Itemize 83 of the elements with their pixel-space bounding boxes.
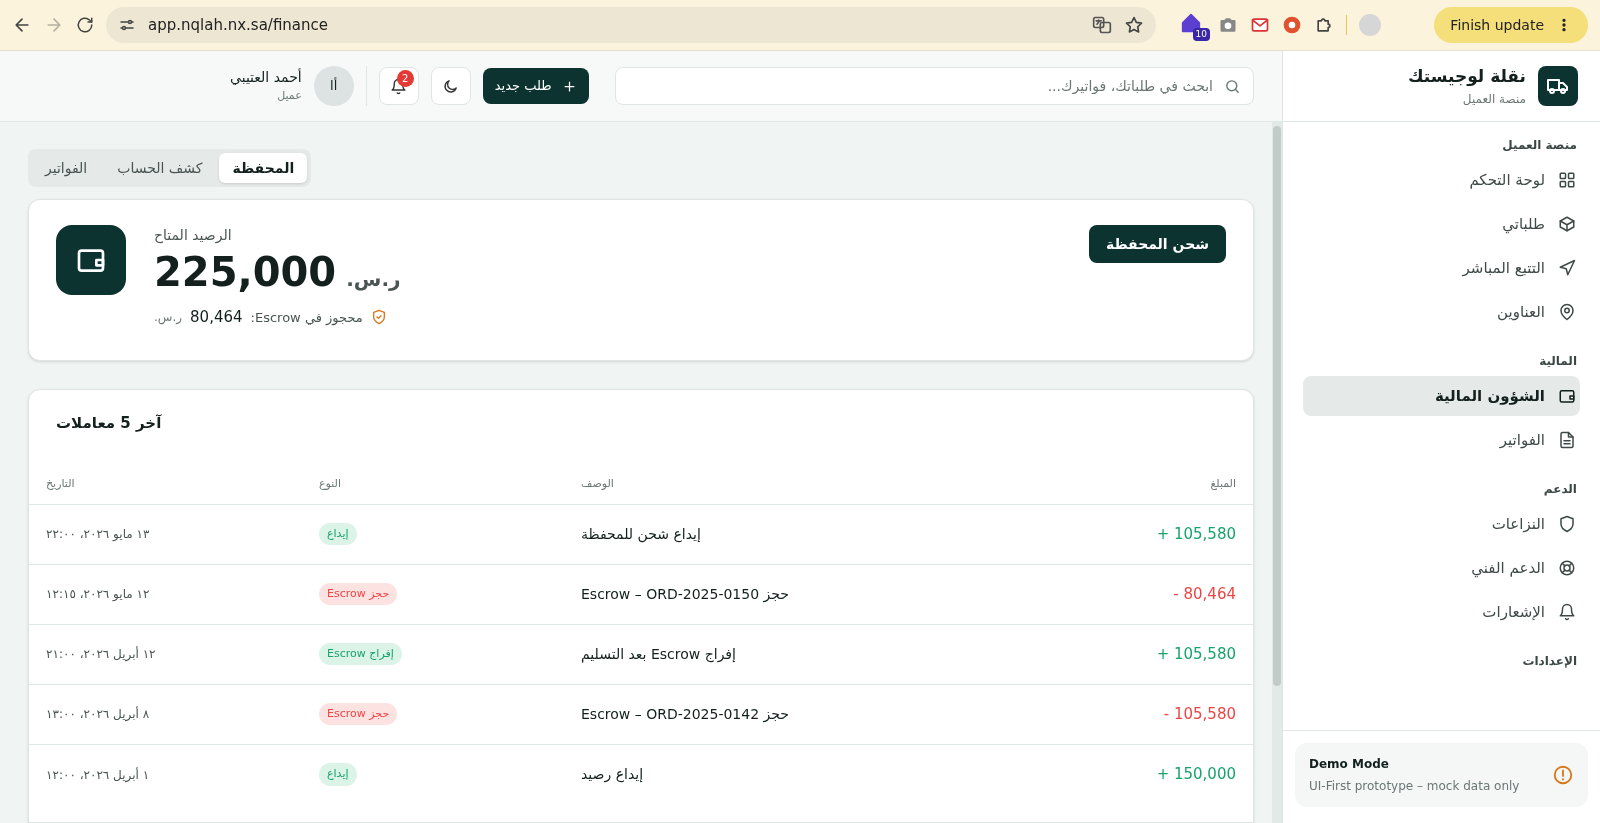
section-heading: منصة العميل bbox=[1501, 137, 1578, 154]
description-cell-text: حجز Escrow – ORD-2025-0150 bbox=[581, 584, 789, 605]
top-up-button[interactable]: شحن المحفظة bbox=[1088, 225, 1226, 263]
warning-icon bbox=[1552, 764, 1574, 786]
amount-cell-text: + 105,580 bbox=[1156, 643, 1236, 665]
package-icon bbox=[1558, 215, 1576, 233]
user-avatar[interactable]: أا bbox=[313, 66, 354, 106]
tab[interactable]: كشف الحساب bbox=[104, 153, 216, 183]
balance-label: الرصيد المتاح bbox=[154, 226, 232, 246]
sidebar-item[interactable]: طلباتي bbox=[1303, 204, 1580, 244]
section-heading: الدعم bbox=[1542, 481, 1578, 498]
reload-icon[interactable] bbox=[76, 16, 94, 34]
demo-text: UI-First prototype – mock data only bbox=[1309, 778, 1520, 795]
brand-title: نقلة لوجيستك bbox=[1407, 65, 1526, 89]
sidebar-item[interactable]: لوحة التحكم bbox=[1303, 160, 1580, 200]
date-cell-text: ١ أبريل ٢٠٢٦، ١٢:٠٠ bbox=[46, 766, 150, 784]
url-text: app.nqlah.nx.sa/finance bbox=[148, 14, 329, 36]
type-tag: إفراج Escrow bbox=[319, 642, 402, 666]
document-icon bbox=[1558, 431, 1576, 449]
section-heading: المالية bbox=[1538, 353, 1578, 370]
plus-icon bbox=[561, 78, 577, 94]
lifebuoy-icon bbox=[1558, 559, 1576, 577]
section-heading: الإعدادات bbox=[1521, 653, 1578, 670]
amount-cell-text: - 80,464 bbox=[1173, 583, 1236, 605]
shield-check-icon bbox=[370, 309, 387, 326]
star-icon[interactable] bbox=[1124, 15, 1144, 35]
translate-icon[interactable] bbox=[1092, 15, 1112, 35]
column-header: المبلغ bbox=[1210, 475, 1236, 492]
tab[interactable]: الفواتير bbox=[32, 153, 101, 183]
date-cell-text: ١٢ مايو ٢٠٢٦، ١٢:١٥ bbox=[46, 586, 150, 603]
search-icon bbox=[1224, 78, 1241, 95]
column-header: النوع bbox=[319, 475, 341, 492]
search-field[interactable]: ابحث في طلباتك، فواتيرك... bbox=[614, 67, 1254, 105]
sidebar-item[interactable]: العناوين bbox=[1303, 292, 1580, 332]
user-role: عميل bbox=[276, 88, 302, 105]
card-title: آخر 5 معاملات bbox=[55, 413, 163, 434]
amount-cell-text: - 105,580 bbox=[1163, 703, 1236, 725]
wallet-icon bbox=[1558, 387, 1576, 405]
sidebar-item[interactable]: الشؤون المالية bbox=[1303, 376, 1580, 416]
demo-title: Demo Mode bbox=[1309, 756, 1389, 773]
notifications-button[interactable]: 2 bbox=[378, 67, 419, 105]
amount-cell-text: + 105,580 bbox=[1156, 523, 1236, 545]
description-cell-text: إيداع رصيد bbox=[581, 765, 644, 785]
update-button[interactable]: Finish update bbox=[1434, 7, 1588, 43]
amount-cell-text: + 150,000 bbox=[1156, 764, 1236, 786]
escrow-amount: 80,464 bbox=[190, 307, 243, 328]
sidebar-item[interactable]: الإشعارات bbox=[1303, 592, 1580, 632]
sidebar-item[interactable]: التتبع المباشر bbox=[1303, 248, 1580, 288]
navigation-arrow-icon bbox=[1558, 259, 1576, 277]
brand-subtitle: منصة العميل bbox=[1461, 90, 1526, 108]
notification-badge: 2 bbox=[396, 70, 414, 87]
map-pin-icon bbox=[1558, 303, 1576, 321]
shield-icon bbox=[1558, 515, 1576, 533]
user-name: أحمد العتيبي bbox=[230, 67, 302, 88]
date-cell: ٨ أبريل ٢٠٢٦، ١٣:٠٠ bbox=[46, 705, 150, 723]
puzzle-icon[interactable] bbox=[1314, 15, 1334, 35]
theme-toggle-button[interactable] bbox=[430, 67, 471, 105]
type-tag: إيداع bbox=[319, 763, 357, 786]
new-order-button[interactable]: طلب جديد bbox=[482, 68, 589, 104]
type-tag: إيداع bbox=[319, 522, 357, 546]
address-bar[interactable]: app.nqlah.nx.sa/finance bbox=[106, 7, 1156, 43]
sidebar-item[interactable]: الفواتير bbox=[1303, 420, 1580, 460]
column-header: الوصف bbox=[581, 475, 614, 492]
escrow-currency: ر.س. bbox=[154, 309, 183, 327]
description-cell-text: إيداع شحن للمحفظة bbox=[581, 524, 701, 545]
grid-icon bbox=[1558, 171, 1576, 189]
sidebar-item[interactable]: الدعم الفني bbox=[1303, 548, 1580, 588]
scrollbar-thumb[interactable] bbox=[1273, 126, 1281, 686]
bell-icon bbox=[1558, 603, 1576, 621]
mail-icon[interactable] bbox=[1250, 15, 1270, 35]
column-header: التاريخ bbox=[46, 475, 75, 492]
date-cell-text: ١٣ مايو ٢٠٢٦، ٢٢:٠٠ bbox=[46, 526, 150, 543]
type-tag: حجز Escrow bbox=[319, 582, 398, 606]
description-cell-text: حجز Escrow – ORD-2025-0142 bbox=[581, 704, 789, 725]
type-tag: حجز Escrow bbox=[319, 702, 398, 726]
extension-badge: 10 bbox=[1192, 28, 1210, 41]
sidebar-item[interactable]: النزاعات bbox=[1303, 504, 1580, 544]
escrow-label: محجوز في Escrow: bbox=[250, 308, 363, 327]
description-cell-text: إفراج Escrow بعد التسليم bbox=[581, 644, 736, 665]
moon-icon bbox=[442, 77, 460, 95]
camera-icon[interactable] bbox=[1218, 15, 1238, 35]
date-cell: ١٢ أبريل ٢٠٢٦، ٢١:٠٠ bbox=[46, 645, 156, 663]
tab[interactable]: المحفظة bbox=[219, 153, 308, 183]
